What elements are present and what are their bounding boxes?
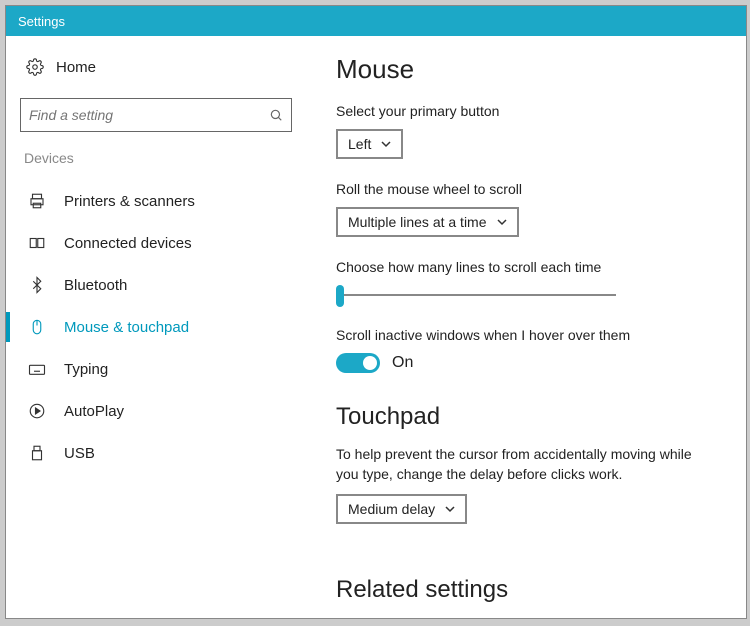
home-label: Home bbox=[56, 59, 96, 76]
inactive-toggle-row: On bbox=[336, 353, 716, 373]
wheel-label: Roll the mouse wheel to scroll bbox=[336, 181, 716, 197]
connected-devices-icon bbox=[28, 234, 46, 252]
sidebar-item-label: USB bbox=[64, 445, 95, 462]
touchpad-description: To help prevent the cursor from accident… bbox=[336, 445, 716, 484]
touchpad-delay-dropdown[interactable]: Medium delay bbox=[336, 494, 467, 524]
sidebar-nav: Printers & scanners Connected devices Bl… bbox=[20, 180, 292, 474]
slider-thumb[interactable] bbox=[336, 285, 344, 307]
keyboard-icon bbox=[28, 360, 46, 378]
related-heading: Related settings bbox=[336, 576, 716, 604]
chevron-down-icon bbox=[445, 504, 455, 514]
printer-icon bbox=[28, 192, 46, 210]
autoplay-icon bbox=[28, 402, 46, 420]
touchpad-delay-value: Medium delay bbox=[348, 501, 435, 517]
sidebar-item-label: Connected devices bbox=[64, 235, 192, 252]
usb-icon bbox=[28, 444, 46, 462]
sidebar-item-autoplay[interactable]: AutoPlay bbox=[20, 390, 292, 432]
primary-button-value: Left bbox=[348, 136, 371, 152]
sidebar-item-label: Mouse & touchpad bbox=[64, 319, 189, 336]
chevron-down-icon bbox=[381, 139, 391, 149]
sidebar-item-typing[interactable]: Typing bbox=[20, 348, 292, 390]
lines-label: Choose how many lines to scroll each tim… bbox=[336, 259, 716, 275]
search-input-container[interactable] bbox=[20, 98, 292, 132]
settings-window: Settings Home Devices bbox=[5, 5, 747, 619]
mouse-icon bbox=[28, 318, 46, 336]
chevron-down-icon bbox=[497, 217, 507, 227]
inactive-value: On bbox=[392, 354, 413, 372]
sidebar: Home Devices Printers & scanners bbox=[6, 36, 306, 618]
wheel-value: Multiple lines at a time bbox=[348, 214, 487, 230]
sidebar-item-connected[interactable]: Connected devices bbox=[20, 222, 292, 264]
mouse-heading: Mouse bbox=[336, 54, 716, 85]
sidebar-item-label: AutoPlay bbox=[64, 403, 124, 420]
wheel-dropdown[interactable]: Multiple lines at a time bbox=[336, 207, 519, 237]
window-body: Home Devices Printers & scanners bbox=[6, 36, 746, 618]
primary-button-dropdown[interactable]: Left bbox=[336, 129, 403, 159]
section-label: Devices bbox=[20, 150, 292, 166]
sidebar-item-label: Typing bbox=[64, 361, 108, 378]
sidebar-item-printers[interactable]: Printers & scanners bbox=[20, 180, 292, 222]
gear-icon bbox=[26, 58, 44, 76]
inactive-toggle[interactable] bbox=[336, 353, 380, 373]
inactive-label: Scroll inactive windows when I hover ove… bbox=[336, 327, 716, 343]
sidebar-item-label: Printers & scanners bbox=[64, 193, 195, 210]
sidebar-item-label: Bluetooth bbox=[64, 277, 127, 294]
home-button[interactable]: Home bbox=[20, 50, 292, 84]
window-titlebar: Settings bbox=[6, 6, 746, 36]
content-panel: Mouse Select your primary button Left Ro… bbox=[306, 36, 746, 618]
sidebar-item-mouse[interactable]: Mouse & touchpad bbox=[20, 306, 292, 348]
lines-slider[interactable] bbox=[336, 285, 616, 305]
search-icon bbox=[269, 108, 283, 122]
touchpad-heading: Touchpad bbox=[336, 403, 716, 431]
slider-track bbox=[336, 294, 616, 296]
sidebar-item-usb[interactable]: USB bbox=[20, 432, 292, 474]
primary-button-label: Select your primary button bbox=[336, 103, 716, 119]
search-input[interactable] bbox=[29, 107, 269, 123]
sidebar-item-bluetooth[interactable]: Bluetooth bbox=[20, 264, 292, 306]
bluetooth-icon bbox=[28, 276, 46, 294]
window-title: Settings bbox=[18, 14, 65, 29]
